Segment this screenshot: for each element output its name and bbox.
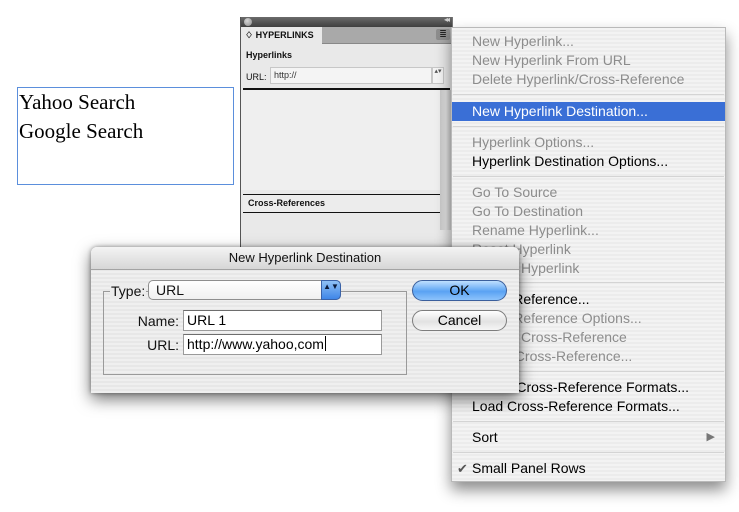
panel-menu-icon[interactable]: ≣ [436, 29, 450, 40]
menu-item-new-hyperlink-from-url[interactable]: New Hyperlink From URL [452, 51, 725, 70]
panel-url-label: URL: [246, 72, 267, 82]
hyperlinks-panel: ◂◂ ♢ HYPERLINKS ≣ Hyperlinks URL: http:/… [240, 15, 453, 252]
menu-item-new-hyperlink-destination[interactable]: New Hyperlink Destination... [452, 102, 725, 121]
menu-item-sort[interactable]: Sort ▶ [452, 428, 725, 447]
menu-separator [453, 94, 724, 95]
cancel-button[interactable]: Cancel [412, 310, 507, 331]
menu-item-load-cross-reference-formats[interactable]: Load Cross-Reference Formats... [452, 397, 725, 416]
menu-item-hyperlink-destination-options[interactable]: Hyperlink Destination Options... [452, 152, 725, 171]
menu-item-rename-hyperlink[interactable]: Rename Hyperlink... [452, 221, 725, 240]
menu-separator [453, 452, 724, 453]
text-line-google-search: Google Search [19, 119, 144, 143]
cross-references-section-title: Cross-References [243, 194, 452, 213]
url-input[interactable]: http://www.yahoo,com [183, 334, 382, 355]
type-select-value: URL [156, 282, 185, 298]
hyperlinks-list[interactable] [241, 90, 452, 230]
select-stepper-icon: ▲▼ [321, 280, 341, 300]
menu-item-sort-label: Sort [472, 429, 498, 445]
checkmark-icon: ✔ [457, 461, 468, 476]
panel-url-input[interactable]: http:// [270, 67, 432, 84]
ok-button[interactable]: OK [412, 280, 507, 301]
text-caret [324, 336, 326, 351]
collapse-icon[interactable]: ◂◂ [444, 15, 450, 24]
panel-tab-row: ♢ HYPERLINKS ≣ [241, 27, 452, 44]
menu-item-go-to-source[interactable]: Go To Source [452, 183, 725, 202]
menu-item-delete-hyperlink[interactable]: Delete Hyperlink/Cross-Reference [452, 70, 725, 89]
menu-item-hyperlink-options[interactable]: Hyperlink Options... [452, 133, 725, 152]
close-icon[interactable] [244, 18, 252, 26]
menu-separator [453, 176, 724, 177]
menu-item-small-panel-rows[interactable]: ✔ Small Panel Rows [452, 459, 725, 478]
menu-item-new-hyperlink[interactable]: New Hyperlink... [452, 32, 725, 51]
tab-hyperlinks[interactable]: ♢ HYPERLINKS [241, 27, 322, 44]
panel-url-row: URL: http:// ▴▾ [241, 66, 452, 88]
dialog-options-group [103, 291, 407, 375]
hyperlinks-section-title: Hyperlinks [246, 50, 293, 60]
menu-item-go-to-destination[interactable]: Go To Destination [452, 202, 725, 221]
panel-titlebar[interactable]: ◂◂ [241, 15, 452, 27]
url-dropdown-icon[interactable]: ▴▾ [432, 67, 444, 84]
new-hyperlink-destination-dialog: New Hyperlink Destination Type: URL ▲▼ N… [91, 247, 519, 393]
type-select[interactable]: URL ▲▼ [148, 280, 341, 300]
menu-separator [453, 126, 724, 127]
name-label: Name: [137, 313, 179, 329]
text-line-yahoo-search: Yahoo Search [19, 90, 136, 114]
text-frame[interactable]: Yahoo Search Google Search [17, 87, 234, 185]
name-input[interactable]: URL 1 [183, 310, 382, 331]
submenu-arrow-icon: ▶ [706, 431, 715, 443]
type-label: Type: [110, 283, 147, 299]
menu-item-small-panel-rows-label: Small Panel Rows [472, 460, 586, 476]
dialog-title[interactable]: New Hyperlink Destination [91, 247, 519, 270]
url-input-value: http://www.yahoo,com [187, 336, 324, 352]
menu-separator [453, 421, 724, 422]
url-label: URL: [147, 337, 179, 353]
